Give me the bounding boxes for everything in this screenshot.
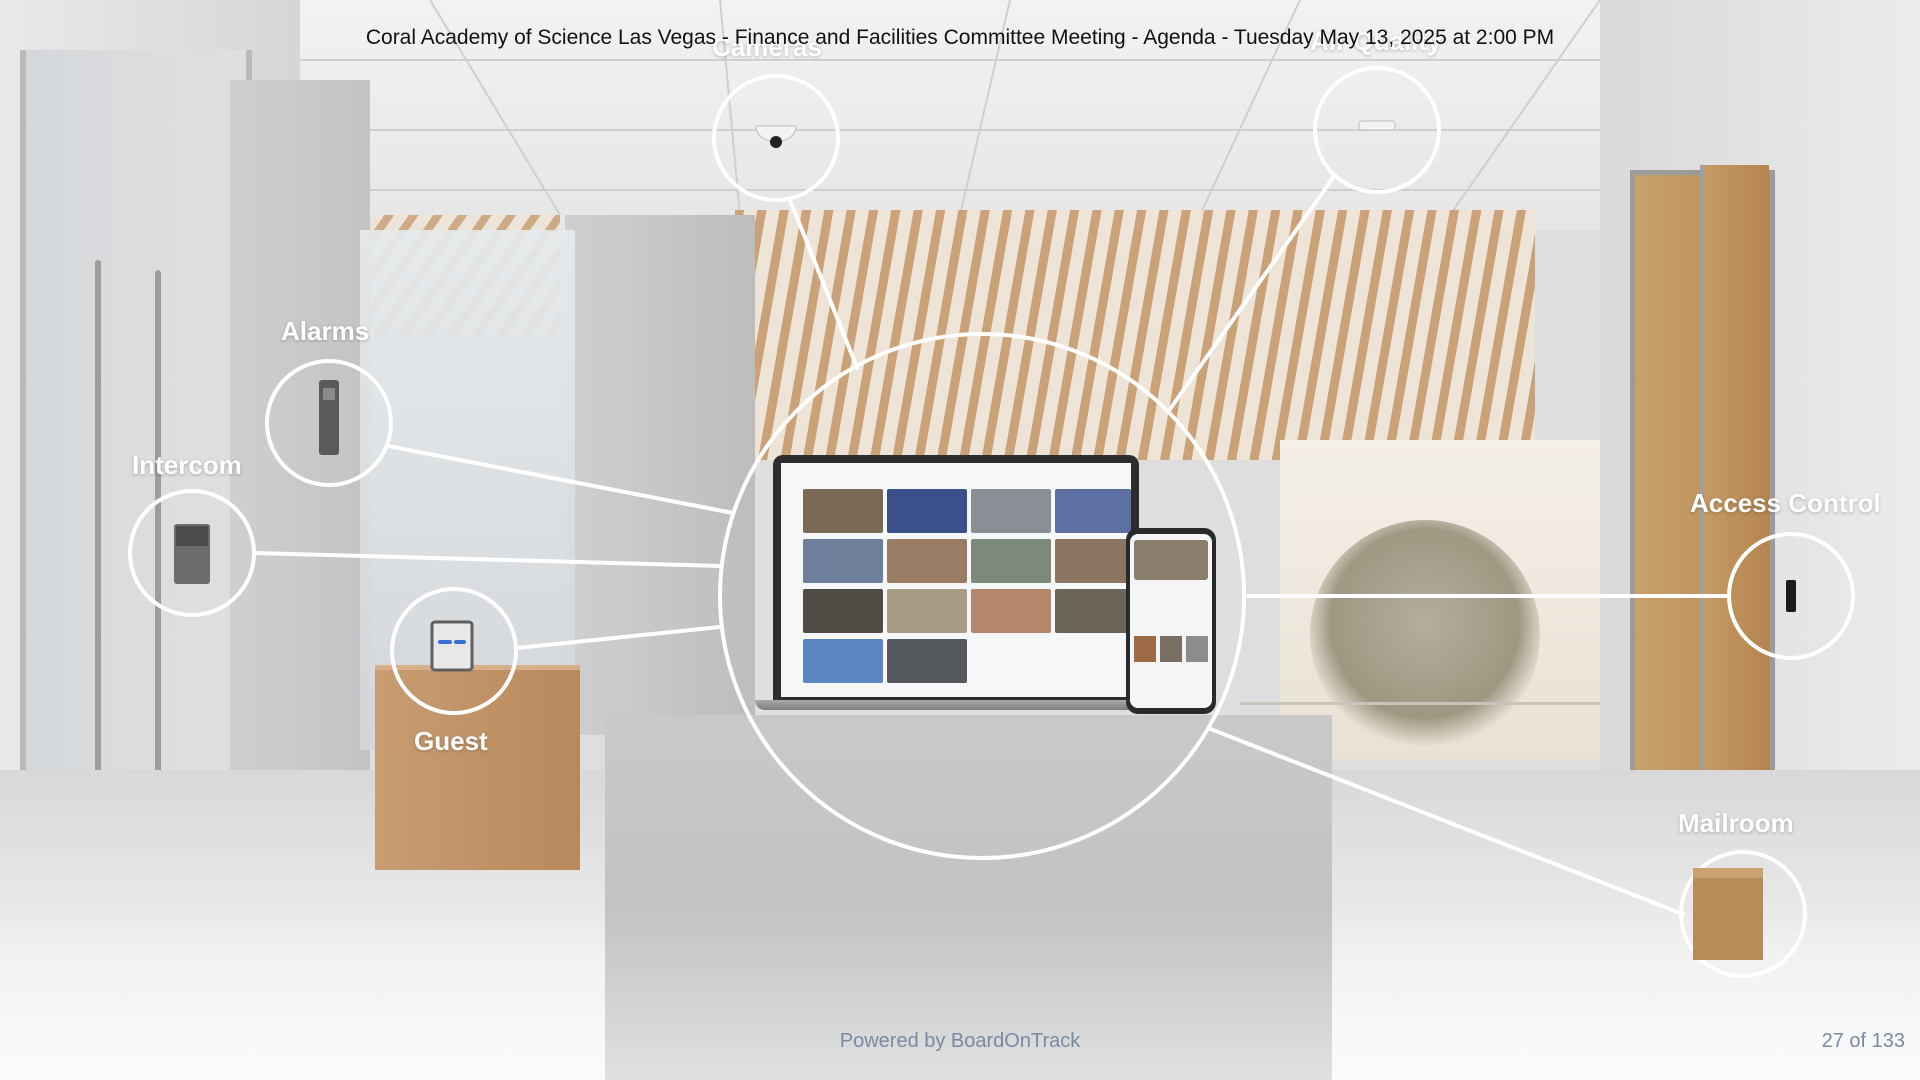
intercom-icon xyxy=(174,524,210,584)
powered-by: Powered by BoardOnTrack xyxy=(839,1030,1081,1052)
connector-air-quality xyxy=(1166,173,1337,414)
label-alarms: Alarms xyxy=(281,316,370,346)
page-number: 27 of 133 xyxy=(1821,1030,1905,1052)
guest-kiosk-icon xyxy=(430,620,474,672)
package-box-icon xyxy=(1693,868,1763,960)
label-intercom: Intercom xyxy=(132,450,242,480)
label-access-control: Access Control xyxy=(1690,488,1881,518)
connector-guest xyxy=(516,625,721,650)
feature-diagram xyxy=(128,66,1855,978)
connector-mailroom xyxy=(1207,726,1686,917)
page-title: Coral Academy of Science Las Vegas - Fin… xyxy=(365,26,1555,49)
alarm-keypad-icon xyxy=(319,380,339,455)
connector-alarms xyxy=(387,444,734,515)
central-hub-ring xyxy=(718,332,1246,860)
connector-cameras xyxy=(788,199,860,371)
card-reader-icon xyxy=(1786,580,1796,612)
air-quality-sensor-icon xyxy=(1358,120,1396,131)
label-guest: Guest xyxy=(414,726,488,756)
label-mailroom: Mailroom xyxy=(1678,808,1794,838)
connector-intercom xyxy=(254,551,722,568)
dome-camera-icon xyxy=(755,125,797,148)
